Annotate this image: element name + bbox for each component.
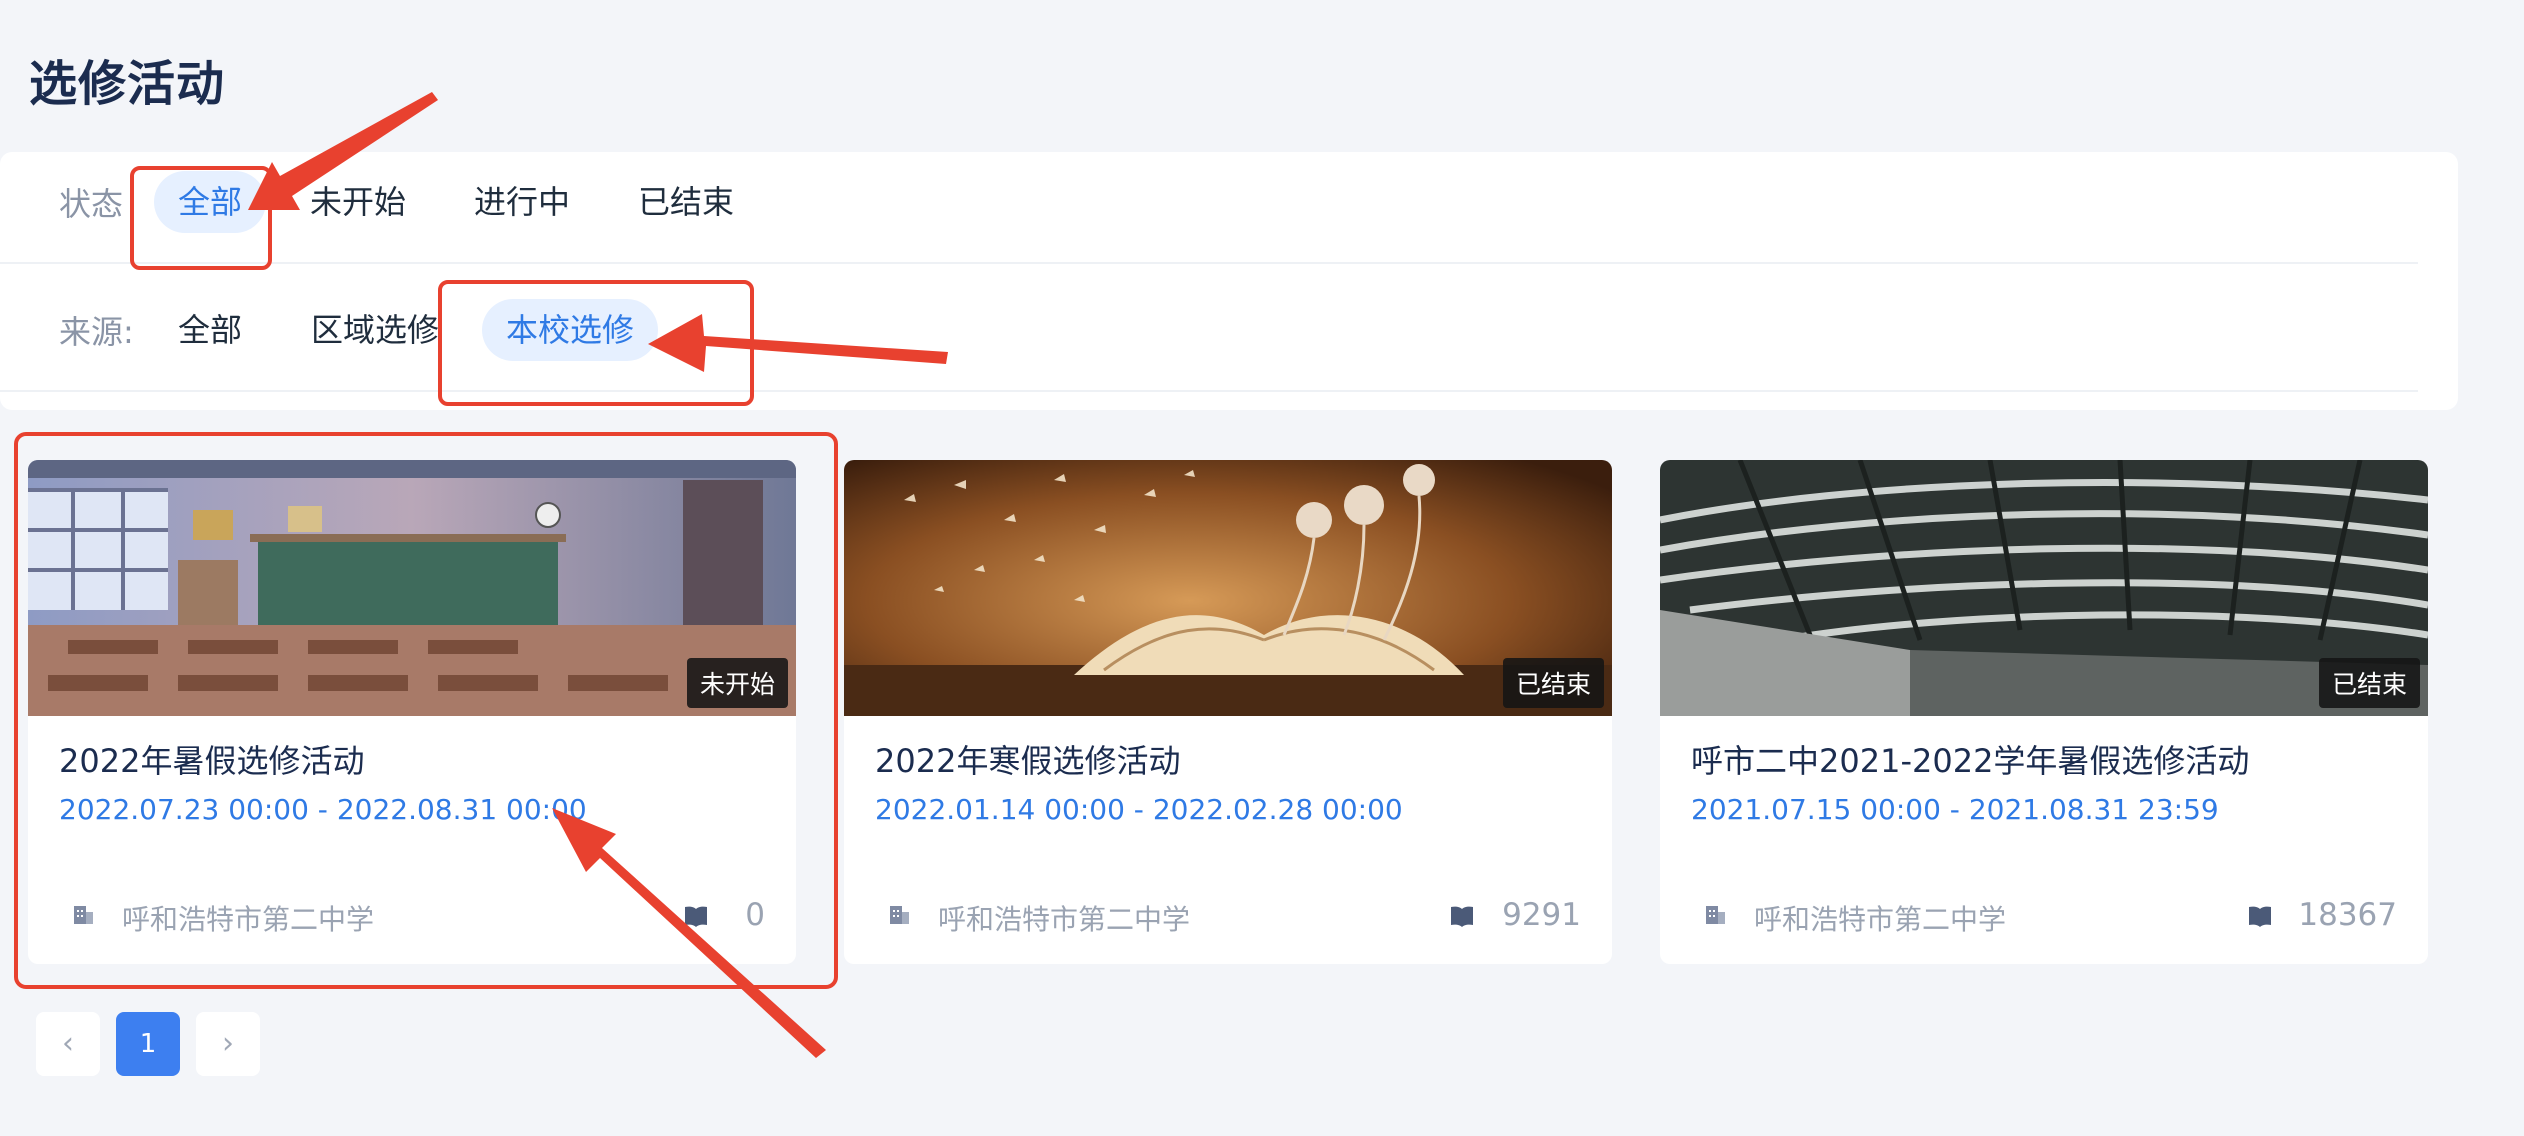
card-title[interactable]: 2022年寒假选修活动 bbox=[875, 736, 1180, 782]
participant-count: 0 bbox=[655, 894, 765, 938]
source-chip-school[interactable]: 本校选修 bbox=[482, 299, 659, 361]
count-value: 0 bbox=[745, 897, 765, 933]
card-date-range: 2021.07.15 00:00 - 2021.08.31 23:59 bbox=[1691, 793, 2219, 826]
building-icon bbox=[74, 906, 93, 924]
book-icon bbox=[685, 906, 707, 927]
card-title[interactable]: 2022年暑假选修活动 bbox=[59, 736, 364, 782]
card-footer: 呼和浩特市第二中学 9291 bbox=[875, 888, 1581, 944]
page-title: 选修活动 bbox=[29, 56, 226, 112]
source-filter-row: 来源: 全部 区域选修 本校选修 bbox=[0, 280, 2418, 392]
card-date-range: 2022.07.23 00:00 - 2022.08.31 00:00 bbox=[59, 793, 587, 826]
count-value: 18367 bbox=[2298, 897, 2397, 933]
source-chip-regional[interactable]: 区域选修 bbox=[287, 299, 463, 361]
building-icon bbox=[890, 906, 909, 924]
participant-count: 9291 bbox=[1431, 894, 1581, 938]
participant-count: 18367 bbox=[2227, 894, 2397, 938]
page-button-current[interactable]: 1 bbox=[116, 1012, 180, 1076]
school-name: 呼和浩特市第二中学 bbox=[122, 903, 375, 936]
status-badge: 未开始 bbox=[686, 658, 788, 708]
source-chip-all[interactable]: 全部 bbox=[154, 299, 266, 361]
school-name: 呼和浩特市第二中学 bbox=[1754, 903, 2007, 936]
card-date-range: 2022.01.14 00:00 - 2022.02.28 00:00 bbox=[875, 793, 1403, 826]
status-filter-row: 状态 全部 未开始 进行中 已结束 bbox=[0, 152, 2418, 264]
activity-card[interactable]: 已结束 2022年寒假选修活动 2022.01.14 00:00 - 2022.… bbox=[844, 460, 1612, 964]
filter-panel: 状态 全部 未开始 进行中 已结束 来源: 全部 区域选修 本校选修 bbox=[0, 152, 2458, 410]
book-icon bbox=[1451, 906, 1473, 927]
card-cover-image: 未开始 bbox=[28, 460, 796, 716]
chevron-right-icon[interactable]: › bbox=[196, 1012, 260, 1076]
status-badge: 已结束 bbox=[1502, 658, 1604, 708]
card-cover-image: 已结束 bbox=[1660, 460, 2428, 716]
school-name: 呼和浩特市第二中学 bbox=[938, 903, 1191, 936]
building-icon bbox=[1706, 906, 1725, 924]
activity-card[interactable]: 已结束 呼市二中2021-2022学年暑假选修活动 2021.07.15 00:… bbox=[1660, 460, 2428, 964]
source-filter-label: 来源: bbox=[59, 313, 134, 351]
card-footer: 呼和浩特市第二中学 0 bbox=[59, 888, 765, 944]
book-icon bbox=[2249, 906, 2271, 927]
activity-card[interactable]: 未开始 2022年暑假选修活动 2022.07.23 00:00 - 2022.… bbox=[28, 460, 796, 964]
card-footer: 呼和浩特市第二中学 18367 bbox=[1691, 888, 2397, 944]
card-title[interactable]: 呼市二中2021-2022学年暑假选修活动 bbox=[1691, 736, 2249, 782]
status-filter-label: 状态 bbox=[59, 185, 124, 223]
chevron-left-icon[interactable]: ‹ bbox=[36, 1012, 100, 1076]
status-chip-ended[interactable]: 已结束 bbox=[614, 171, 758, 233]
status-chip-not-started[interactable]: 未开始 bbox=[286, 171, 430, 233]
card-cover-image: 已结束 bbox=[844, 460, 1612, 716]
status-chip-in-progress[interactable]: 进行中 bbox=[450, 171, 594, 233]
status-chip-all[interactable]: 全部 bbox=[154, 171, 267, 233]
status-badge: 已结束 bbox=[2318, 658, 2420, 708]
count-value: 9291 bbox=[1502, 897, 1581, 933]
